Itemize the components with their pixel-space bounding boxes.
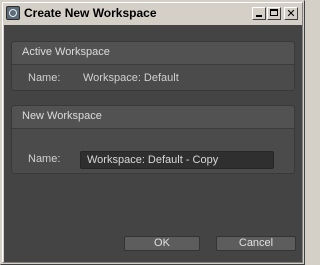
- active-workspace-heading: Active Workspace: [22, 46, 110, 58]
- new-workspace-name-label: Name:: [28, 153, 61, 165]
- window-title: Create New Workspace: [24, 6, 157, 20]
- active-workspace-name-value: Workspace: Default: [83, 72, 179, 84]
- app-icon: [6, 6, 20, 20]
- active-workspace-name-label: Name:: [28, 72, 61, 84]
- minimize-icon: [256, 15, 262, 17]
- new-workspace-header: New Workspace: [12, 106, 294, 129]
- title-bar[interactable]: Create New Workspace ✕: [3, 3, 302, 24]
- maximize-icon: [270, 9, 278, 16]
- dialog-body: Active Workspace Name: Workspace: Defaul…: [4, 25, 302, 262]
- cancel-button[interactable]: Cancel: [216, 236, 296, 251]
- close-icon: ✕: [286, 7, 296, 20]
- maximize-button[interactable]: [267, 7, 281, 20]
- active-workspace-group: Active Workspace Name: Workspace: Defaul…: [11, 41, 295, 91]
- close-button[interactable]: ✕: [284, 7, 298, 20]
- ok-button[interactable]: OK: [124, 236, 200, 251]
- minimize-button[interactable]: [252, 7, 266, 20]
- active-workspace-header: Active Workspace: [12, 42, 294, 65]
- new-workspace-group: New Workspace Name: Workspace: Default -…: [11, 105, 295, 174]
- new-workspace-name-input[interactable]: Workspace: Default - Copy: [80, 151, 274, 169]
- new-workspace-heading: New Workspace: [22, 110, 102, 122]
- create-workspace-dialog: Create New Workspace ✕ Active Workspace …: [0, 0, 305, 265]
